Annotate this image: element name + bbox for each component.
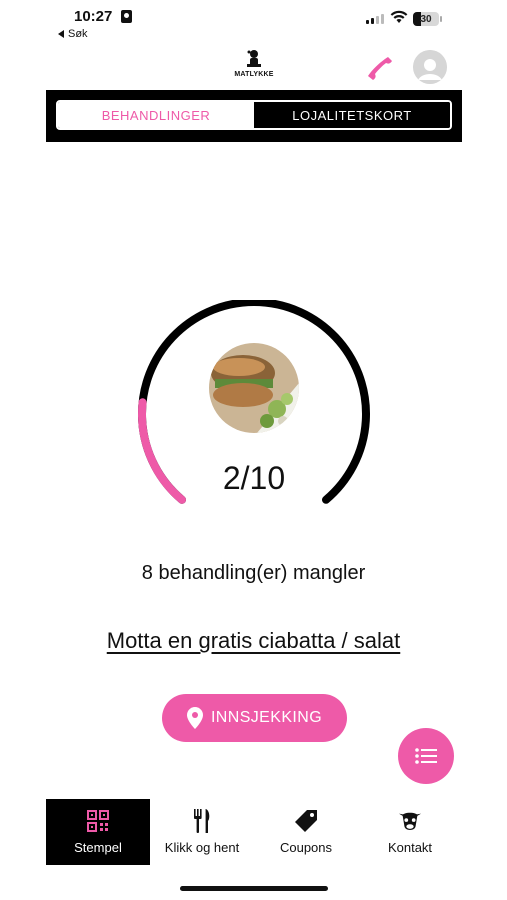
tag-icon xyxy=(294,809,318,833)
back-label: Søk xyxy=(68,28,88,40)
battery-level: 30 xyxy=(420,13,432,25)
stamp-count: 2/10 xyxy=(222,460,286,496)
back-to-search-link[interactable]: Søk xyxy=(58,28,88,40)
profile-avatar[interactable] xyxy=(413,50,447,84)
checkin-label: INNSJEKKING xyxy=(210,709,323,726)
list-icon xyxy=(415,748,437,764)
bottom-navigation: Stempel Klikk og hent Coupons Kontakt xyxy=(46,799,462,865)
reward-description[interactable]: Motta en gratis ciabatta / salat xyxy=(0,628,507,654)
tab-behandlinger[interactable]: BEHANDLINGER xyxy=(58,102,254,128)
user-avatar-icon xyxy=(413,50,447,84)
menu-fab-button[interactable] xyxy=(398,728,454,784)
cellular-signal-icon xyxy=(366,14,384,24)
qr-code-icon xyxy=(86,809,110,833)
wifi-icon xyxy=(390,10,408,23)
battery-icon: 30 xyxy=(413,12,442,26)
back-arrow-icon xyxy=(58,30,64,38)
nav-label-kontakt: Kontakt xyxy=(387,840,433,855)
nav-item-kontakt[interactable]: Kontakt xyxy=(358,799,462,865)
nav-item-coupons[interactable]: Coupons xyxy=(254,799,358,865)
reward-food-image xyxy=(209,343,299,433)
phone-icon[interactable] xyxy=(364,52,396,84)
brand-logo: MATLYKKE xyxy=(232,48,276,86)
nav-item-klikk-og-hent[interactable]: Klikk og hent xyxy=(150,799,254,865)
remaining-count-text: 8 behandling(er) mangler xyxy=(141,562,366,584)
nav-label-klikk-og-hent: Klikk og hent xyxy=(164,840,240,855)
chef-logo-icon xyxy=(247,50,261,67)
checkin-button[interactable]: INNSJEKKING xyxy=(162,694,347,742)
home-indicator xyxy=(180,886,328,891)
tab-lojalitetskort[interactable]: LOJALITETSKORT xyxy=(254,102,450,128)
stamp-progress-ring: 2/10 xyxy=(120,300,388,530)
fork-knife-icon xyxy=(190,809,214,833)
contact-badge-icon xyxy=(121,10,132,23)
logo-text: MATLYKKE xyxy=(234,71,274,78)
nav-label-coupons: Coupons xyxy=(279,840,333,855)
segmented-tab-bar: BEHANDLINGER LOJALITETSKORT xyxy=(46,90,462,142)
cow-icon xyxy=(398,809,422,833)
nav-item-stempel[interactable]: Stempel xyxy=(46,799,150,865)
nav-label-stempel: Stempel xyxy=(74,840,122,855)
tab-group: BEHANDLINGER LOJALITETSKORT xyxy=(56,100,452,130)
location-pin-icon xyxy=(186,707,203,729)
status-time: 10:27 xyxy=(74,8,113,25)
